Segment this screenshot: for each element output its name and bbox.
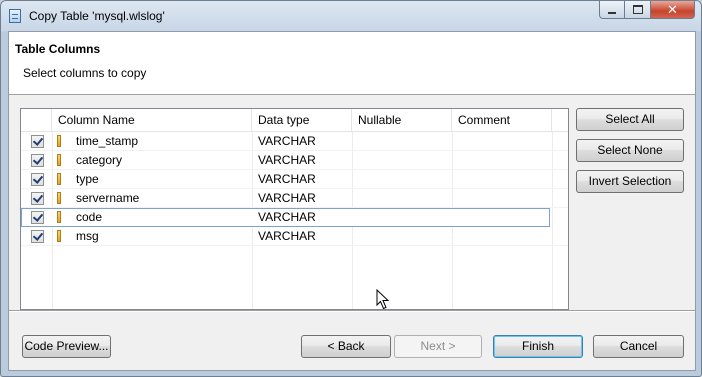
table-row[interactable]: time_stamp VARCHAR bbox=[21, 132, 568, 151]
row-column-name: servername bbox=[76, 191, 140, 205]
table-row[interactable]: type VARCHAR bbox=[21, 170, 568, 189]
copy-table-dialog: Copy Table 'mysql.wlslog' ✕ Table Column… bbox=[0, 0, 702, 377]
row-data-type: VARCHAR bbox=[258, 172, 316, 186]
checkbox-checked-icon[interactable] bbox=[31, 154, 44, 167]
page-description: Select columns to copy bbox=[23, 66, 147, 80]
header-checkbox-column bbox=[21, 109, 52, 131]
wizard-header: Table Columns Select columns to copy bbox=[9, 32, 695, 95]
row-data-type: VARCHAR bbox=[258, 134, 316, 148]
row-data-type: VARCHAR bbox=[258, 229, 316, 243]
checkbox-checked-icon[interactable] bbox=[31, 192, 44, 205]
table-row-selected[interactable]: code VARCHAR bbox=[21, 208, 550, 227]
mouse-pointer-icon bbox=[376, 289, 390, 309]
column-key-icon bbox=[57, 135, 61, 147]
page-title: Table Columns bbox=[15, 42, 101, 56]
minimize-icon bbox=[608, 11, 616, 14]
close-icon: ✕ bbox=[667, 1, 678, 17]
table-row[interactable]: category VARCHAR bbox=[21, 151, 568, 170]
header-nullable[interactable]: Nullable bbox=[352, 109, 452, 131]
minimize-button[interactable] bbox=[599, 1, 625, 19]
column-key-icon bbox=[57, 211, 61, 223]
select-none-button[interactable]: Select None bbox=[576, 139, 684, 162]
table-window-icon bbox=[9, 9, 21, 23]
table-header: Column Name Data type Nullable Comment bbox=[21, 109, 568, 132]
column-key-icon bbox=[57, 154, 61, 166]
close-button[interactable]: ✕ bbox=[651, 1, 695, 19]
column-key-icon bbox=[57, 192, 61, 204]
header-column-name[interactable]: Column Name bbox=[52, 109, 252, 131]
row-column-name: category bbox=[76, 153, 123, 167]
table-row[interactable]: msg VARCHAR bbox=[21, 227, 568, 246]
checkbox-checked-icon[interactable] bbox=[31, 135, 44, 148]
code-preview-button[interactable]: Code Preview... bbox=[22, 335, 111, 358]
dialog-client-area: Table Columns Select columns to copy Col… bbox=[8, 31, 696, 371]
window-controls: ✕ bbox=[599, 1, 695, 21]
checkbox-checked-icon[interactable] bbox=[31, 211, 44, 224]
columns-table[interactable]: Column Name Data type Nullable Comment t… bbox=[20, 108, 569, 310]
back-button[interactable]: < Back bbox=[301, 335, 391, 358]
row-column-name: msg bbox=[76, 229, 99, 243]
next-button[interactable]: Next > bbox=[394, 335, 482, 358]
row-data-type: VARCHAR bbox=[258, 153, 316, 167]
header-data-type[interactable]: Data type bbox=[252, 109, 352, 131]
maximize-button[interactable] bbox=[625, 1, 651, 19]
checkbox-checked-icon[interactable] bbox=[31, 230, 44, 243]
checkbox-checked-icon[interactable] bbox=[31, 173, 44, 186]
finish-button[interactable]: Finish bbox=[493, 335, 583, 358]
column-key-icon bbox=[57, 173, 61, 185]
title-bar: Copy Table 'mysql.wlslog' ✕ bbox=[1, 1, 701, 31]
select-all-button[interactable]: Select All bbox=[576, 108, 684, 131]
footer-separator bbox=[9, 310, 695, 312]
row-column-name: code bbox=[76, 210, 103, 224]
cancel-button[interactable]: Cancel bbox=[593, 335, 684, 358]
row-data-type: VARCHAR bbox=[258, 191, 316, 205]
row-data-type: VARCHAR bbox=[258, 210, 316, 224]
row-column-name: type bbox=[76, 172, 99, 186]
row-column-name: time_stamp bbox=[76, 134, 139, 148]
header-comment[interactable]: Comment bbox=[452, 109, 552, 131]
table-row[interactable]: servername VARCHAR bbox=[21, 189, 568, 208]
window-title: Copy Table 'mysql.wlslog' bbox=[29, 9, 165, 23]
column-key-icon bbox=[57, 230, 61, 242]
maximize-icon bbox=[632, 5, 643, 14]
invert-selection-button[interactable]: Invert Selection bbox=[576, 170, 684, 193]
